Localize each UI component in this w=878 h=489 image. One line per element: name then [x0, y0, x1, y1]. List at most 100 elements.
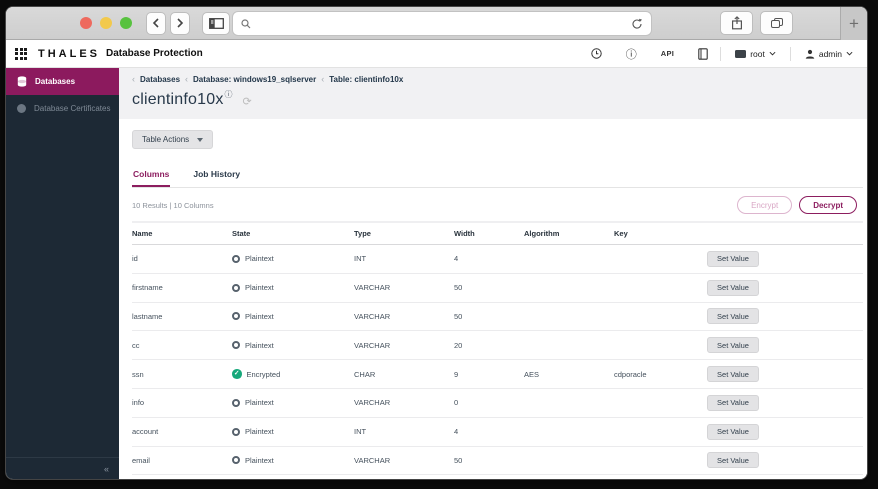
table-row: account Plaintext INT 4 Set Value — [132, 418, 863, 447]
breadcrumb: ‹ Databases ‹ Database: windows19_sqlser… — [132, 74, 867, 84]
page-header-band: ‹ Databases ‹ Database: windows19_sqlser… — [119, 68, 867, 119]
info-button[interactable]: ⓘ — [614, 40, 649, 67]
cell-action: Set Value — [707, 308, 863, 325]
sidebar: Databases Database Certificates « — [6, 68, 119, 479]
state-label: Plaintext — [245, 340, 274, 350]
cell-action: Set Value — [707, 250, 863, 267]
header-width: Width — [454, 229, 475, 238]
set-value-button[interactable]: Set Value — [707, 337, 759, 354]
set-value-button[interactable]: Set Value — [707, 394, 759, 411]
traffic-lights — [80, 17, 132, 29]
state-label: Plaintext — [245, 398, 274, 408]
cell-width: 9 — [454, 369, 459, 379]
cell-state: ✓ Encrypted — [232, 369, 354, 379]
breadcrumb-link-database[interactable]: Database: windows19_sqlserver — [193, 75, 316, 84]
cell-type: VARCHAR — [354, 311, 391, 321]
set-value-button[interactable]: Set Value — [707, 452, 759, 469]
table-row: email Plaintext VARCHAR 50 Set Value — [132, 447, 863, 476]
table-row: info Plaintext VARCHAR 0 Set Value — [132, 389, 863, 418]
cell-column-name: ssn — [132, 369, 144, 379]
cell-type: VARCHAR — [354, 398, 391, 408]
set-value-button[interactable]: Set Value — [707, 308, 759, 325]
api-docs-button[interactable]: API — [649, 40, 686, 67]
tab-columns[interactable]: Columns — [132, 163, 171, 187]
set-value-button[interactable]: Set Value — [707, 366, 759, 383]
browser-window: + THALES Database Protection ⓘ API root — [6, 7, 867, 479]
table-info-icon[interactable]: ⓘ — [225, 89, 233, 100]
results-bar: 10 Results | 10 Columns Encrypt Decrypt — [132, 196, 857, 214]
sidebar-panel-icon — [208, 17, 224, 29]
show-tabs-button[interactable] — [760, 11, 793, 35]
table-row: lastname Plaintext VARCHAR 50 Set Value — [132, 303, 863, 332]
cell-algorithm: AES — [524, 369, 540, 379]
cell-width: 50 — [454, 283, 463, 293]
table-actions-button[interactable]: Table Actions — [132, 130, 214, 149]
cell-action: Set Value — [707, 423, 863, 440]
history-button[interactable] — [579, 40, 614, 67]
app-header: THALES Database Protection ⓘ API root ad… — [6, 40, 867, 68]
cell-width: 50 — [454, 455, 463, 465]
cell-column-name: email — [132, 455, 150, 465]
breadcrumb-link-databases[interactable]: Databases — [140, 75, 180, 84]
header-algorithm: Algorithm — [524, 229, 560, 238]
cell-column-name: account — [132, 427, 159, 437]
cell-column-name: info — [132, 398, 145, 408]
set-value-button[interactable]: Set Value — [707, 423, 759, 440]
domain-selector[interactable]: root — [721, 40, 790, 67]
cell-width: 4 — [454, 254, 459, 264]
book-icon — [698, 47, 708, 60]
decrypt-button[interactable]: Decrypt — [799, 196, 857, 214]
cell-action: Set Value — [707, 366, 863, 383]
table-row: ssn ✓ Encrypted CHAR 9 AES cdporacle Set… — [132, 360, 863, 389]
chevron-right-icon — [177, 18, 184, 28]
set-value-button[interactable]: Set Value — [707, 279, 759, 296]
share-button[interactable] — [720, 11, 753, 35]
user-menu[interactable]: admin — [791, 40, 867, 67]
breadcrumb-chevron-icon: ‹ — [132, 74, 135, 84]
state-label: Plaintext — [245, 311, 274, 321]
state-label: Plaintext — [245, 254, 274, 264]
address-bar[interactable] — [232, 11, 652, 36]
breadcrumb-chevron-icon: ‹ — [321, 74, 325, 84]
tab-bar: Columns Job History — [132, 163, 863, 188]
zoom-window-button[interactable] — [120, 17, 132, 29]
tab-job-history[interactable]: Job History — [192, 163, 241, 187]
close-window-button[interactable] — [80, 17, 92, 29]
forward-button[interactable] — [170, 11, 190, 35]
cell-state: Plaintext — [232, 456, 354, 465]
plus-icon: + — [849, 13, 859, 33]
search-icon — [241, 18, 251, 28]
main-content: ‹ Databases ‹ Database: windows19_sqlser… — [119, 68, 867, 479]
state-label: Encrypted — [246, 369, 281, 379]
refresh-icon[interactable]: ⟳ — [243, 95, 252, 108]
cell-width: 0 — [454, 398, 459, 408]
minimize-window-button[interactable] — [100, 17, 112, 29]
table-header-row: Name State Type Width Algorithm Key — [132, 223, 863, 245]
guide-button[interactable] — [686, 40, 720, 67]
new-tab-button[interactable]: + — [840, 7, 867, 40]
cell-state: Plaintext — [232, 398, 354, 407]
cell-type: INT — [354, 427, 367, 437]
database-icon — [17, 76, 27, 87]
set-value-button[interactable]: Set Value — [707, 250, 759, 267]
user-icon — [805, 49, 815, 59]
encrypt-button[interactable]: Encrypt — [737, 196, 793, 214]
cell-width: 50 — [454, 311, 463, 321]
cell-action: Set Value — [707, 337, 863, 354]
back-button[interactable] — [146, 11, 166, 35]
table-body: id Plaintext INT 4 Set Value firstname P… — [132, 245, 863, 479]
browser-chrome: + — [6, 7, 867, 40]
cell-type: CHAR — [354, 369, 376, 379]
state-icon — [232, 341, 240, 350]
sidebar-item-databases[interactable]: Databases — [6, 68, 119, 95]
sidebar-collapse[interactable]: « — [6, 457, 119, 479]
cell-action: Set Value — [707, 452, 863, 469]
cell-state: Plaintext — [232, 283, 354, 292]
sidebar-toggle-button[interactable] — [202, 11, 230, 35]
reload-icon[interactable] — [631, 18, 643, 30]
sidebar-item-database-certificates[interactable]: Database Certificates — [6, 95, 119, 122]
app-switcher-icon[interactable] — [15, 47, 27, 60]
sidebar-item-label: Databases — [35, 77, 76, 86]
cell-column-name: lastname — [132, 311, 163, 321]
cell-type: VARCHAR — [354, 283, 391, 293]
